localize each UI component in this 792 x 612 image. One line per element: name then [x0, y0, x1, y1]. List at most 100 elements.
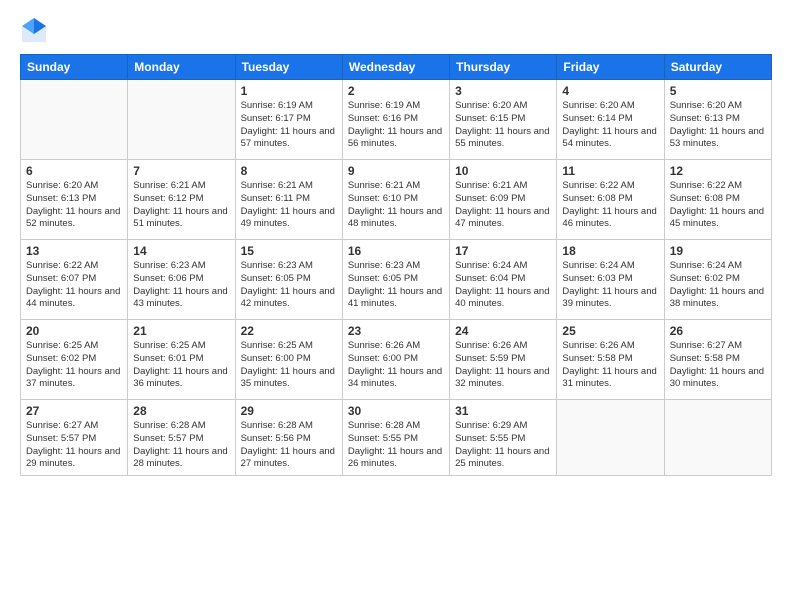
day-number: 23: [348, 324, 444, 338]
calendar-cell: 17 Sunrise: 6:24 AM Sunset: 6:04 PM Dayli…: [450, 240, 557, 320]
calendar-cell: 24 Sunrise: 6:26 AM Sunset: 5:59 PM Dayli…: [450, 320, 557, 400]
calendar-cell: 20 Sunrise: 6:25 AM Sunset: 6:02 PM Dayli…: [21, 320, 128, 400]
day-number: 9: [348, 164, 444, 178]
calendar-cell: 18 Sunrise: 6:24 AM Sunset: 6:03 PM Dayli…: [557, 240, 664, 320]
cell-info: Sunrise: 6:25 AM Sunset: 6:00 PM Dayligh…: [241, 340, 337, 391]
calendar-cell: [21, 80, 128, 160]
calendar-week-row: 27 Sunrise: 6:27 AM Sunset: 5:57 PM Dayli…: [21, 400, 772, 476]
calendar-cell: 9 Sunrise: 6:21 AM Sunset: 6:10 PM Daylig…: [342, 160, 449, 240]
cell-info: Sunrise: 6:23 AM Sunset: 6:05 PM Dayligh…: [241, 260, 337, 311]
calendar-cell: 16 Sunrise: 6:23 AM Sunset: 6:05 PM Dayli…: [342, 240, 449, 320]
day-number: 25: [562, 324, 658, 338]
day-number: 29: [241, 404, 337, 418]
cell-info: Sunrise: 6:24 AM Sunset: 6:02 PM Dayligh…: [670, 260, 766, 311]
day-number: 16: [348, 244, 444, 258]
calendar-cell: 4Sunrise: 6:20 AM Sunset: 6:14 PM Daylig…: [557, 80, 664, 160]
cell-info: Sunrise: 6:22 AM Sunset: 6:08 PM Dayligh…: [670, 180, 766, 231]
cell-info: Sunrise: 6:24 AM Sunset: 6:03 PM Dayligh…: [562, 260, 658, 311]
calendar-cell: 7 Sunrise: 6:21 AM Sunset: 6:12 PM Daylig…: [128, 160, 235, 240]
calendar-cell: 27 Sunrise: 6:27 AM Sunset: 5:57 PM Dayli…: [21, 400, 128, 476]
day-number: 30: [348, 404, 444, 418]
day-number: 27: [26, 404, 122, 418]
cell-info: Sunrise: 6:22 AM Sunset: 6:07 PM Dayligh…: [26, 260, 122, 311]
calendar: SundayMondayTuesdayWednesdayThursdayFrid…: [20, 54, 772, 476]
calendar-cell: 23 Sunrise: 6:26 AM Sunset: 6:00 PM Dayli…: [342, 320, 449, 400]
cell-info: Sunrise: 6:25 AM Sunset: 6:02 PM Dayligh…: [26, 340, 122, 391]
day-number: 5: [670, 84, 766, 98]
calendar-cell: 3 Sunrise: 6:20 AM Sunset: 6:15 PM Daylig…: [450, 80, 557, 160]
cell-info: Sunrise: 6:20 AM Sunset: 6:14 PM Dayligh…: [562, 100, 658, 151]
day-number: 10: [455, 164, 551, 178]
calendar-cell: [664, 400, 771, 476]
cell-info: Sunrise: 6:28 AM Sunset: 5:56 PM Dayligh…: [241, 420, 337, 471]
calendar-cell: 13 Sunrise: 6:22 AM Sunset: 6:07 PM Dayli…: [21, 240, 128, 320]
logo: [20, 16, 52, 44]
page: SundayMondayTuesdayWednesdayThursdayFrid…: [0, 0, 792, 612]
day-number: 20: [26, 324, 122, 338]
calendar-cell: 30 Sunrise: 6:28 AM Sunset: 5:55 PM Dayli…: [342, 400, 449, 476]
calendar-cell: 26 Sunrise: 6:27 AM Sunset: 5:58 PM Dayli…: [664, 320, 771, 400]
cell-info: Sunrise: 6:19 AM Sunset: 6:16 PM Dayligh…: [348, 100, 444, 151]
calendar-week-row: 6 Sunrise: 6:20 AM Sunset: 6:13 PM Daylig…: [21, 160, 772, 240]
day-number: 12: [670, 164, 766, 178]
day-number: 17: [455, 244, 551, 258]
calendar-cell: 15 Sunrise: 6:23 AM Sunset: 6:05 PM Dayli…: [235, 240, 342, 320]
calendar-cell: 6 Sunrise: 6:20 AM Sunset: 6:13 PM Daylig…: [21, 160, 128, 240]
calendar-cell: 28 Sunrise: 6:28 AM Sunset: 5:57 PM Dayli…: [128, 400, 235, 476]
cell-info: Sunrise: 6:27 AM Sunset: 5:58 PM Dayligh…: [670, 340, 766, 391]
day-number: 14: [133, 244, 229, 258]
calendar-cell: 12 Sunrise: 6:22 AM Sunset: 6:08 PM Dayli…: [664, 160, 771, 240]
day-number: 8: [241, 164, 337, 178]
day-header: Thursday: [450, 55, 557, 80]
cell-info: Sunrise: 6:28 AM Sunset: 5:57 PM Dayligh…: [133, 420, 229, 471]
day-number: 31: [455, 404, 551, 418]
calendar-cell: 2 Sunrise: 6:19 AM Sunset: 6:16 PM Daylig…: [342, 80, 449, 160]
day-header: Friday: [557, 55, 664, 80]
cell-info: Sunrise: 6:28 AM Sunset: 5:55 PM Dayligh…: [348, 420, 444, 471]
day-number: 26: [670, 324, 766, 338]
cell-info: Sunrise: 6:24 AM Sunset: 6:04 PM Dayligh…: [455, 260, 551, 311]
cell-info: Sunrise: 6:26 AM Sunset: 6:00 PM Dayligh…: [348, 340, 444, 391]
day-header: Monday: [128, 55, 235, 80]
cell-info: Sunrise: 6:21 AM Sunset: 6:10 PM Dayligh…: [348, 180, 444, 231]
calendar-cell: 5Sunrise: 6:20 AM Sunset: 6:13 PM Daylig…: [664, 80, 771, 160]
calendar-cell: 11Sunrise: 6:22 AM Sunset: 6:08 PM Dayli…: [557, 160, 664, 240]
day-number: 15: [241, 244, 337, 258]
day-number: 18: [562, 244, 658, 258]
calendar-cell: 29 Sunrise: 6:28 AM Sunset: 5:56 PM Dayli…: [235, 400, 342, 476]
calendar-week-row: 1Sunrise: 6:19 AM Sunset: 6:17 PM Daylig…: [21, 80, 772, 160]
calendar-cell: 1Sunrise: 6:19 AM Sunset: 6:17 PM Daylig…: [235, 80, 342, 160]
calendar-cell: 8Sunrise: 6:21 AM Sunset: 6:11 PM Daylig…: [235, 160, 342, 240]
cell-info: Sunrise: 6:19 AM Sunset: 6:17 PM Dayligh…: [241, 100, 337, 151]
cell-info: Sunrise: 6:27 AM Sunset: 5:57 PM Dayligh…: [26, 420, 122, 471]
cell-info: Sunrise: 6:25 AM Sunset: 6:01 PM Dayligh…: [133, 340, 229, 391]
day-number: 3: [455, 84, 551, 98]
calendar-cell: 19 Sunrise: 6:24 AM Sunset: 6:02 PM Dayli…: [664, 240, 771, 320]
day-number: 28: [133, 404, 229, 418]
cell-info: Sunrise: 6:23 AM Sunset: 6:05 PM Dayligh…: [348, 260, 444, 311]
calendar-cell: 22 Sunrise: 6:25 AM Sunset: 6:00 PM Dayli…: [235, 320, 342, 400]
day-header: Sunday: [21, 55, 128, 80]
cell-info: Sunrise: 6:20 AM Sunset: 6:13 PM Dayligh…: [26, 180, 122, 231]
day-number: 7: [133, 164, 229, 178]
cell-info: Sunrise: 6:26 AM Sunset: 5:59 PM Dayligh…: [455, 340, 551, 391]
day-number: 21: [133, 324, 229, 338]
cell-info: Sunrise: 6:20 AM Sunset: 6:15 PM Dayligh…: [455, 100, 551, 151]
cell-info: Sunrise: 6:29 AM Sunset: 5:55 PM Dayligh…: [455, 420, 551, 471]
cell-info: Sunrise: 6:21 AM Sunset: 6:12 PM Dayligh…: [133, 180, 229, 231]
header: [20, 16, 772, 44]
day-number: 19: [670, 244, 766, 258]
calendar-cell: [557, 400, 664, 476]
day-header: Saturday: [664, 55, 771, 80]
cell-info: Sunrise: 6:22 AM Sunset: 6:08 PM Dayligh…: [562, 180, 658, 231]
day-number: 2: [348, 84, 444, 98]
calendar-cell: 25Sunrise: 6:26 AM Sunset: 5:58 PM Dayli…: [557, 320, 664, 400]
day-number: 6: [26, 164, 122, 178]
calendar-header-row: SundayMondayTuesdayWednesdayThursdayFrid…: [21, 55, 772, 80]
day-number: 13: [26, 244, 122, 258]
calendar-week-row: 20 Sunrise: 6:25 AM Sunset: 6:02 PM Dayli…: [21, 320, 772, 400]
day-number: 22: [241, 324, 337, 338]
calendar-cell: 14 Sunrise: 6:23 AM Sunset: 6:06 PM Dayli…: [128, 240, 235, 320]
cell-info: Sunrise: 6:23 AM Sunset: 6:06 PM Dayligh…: [133, 260, 229, 311]
day-number: 24: [455, 324, 551, 338]
